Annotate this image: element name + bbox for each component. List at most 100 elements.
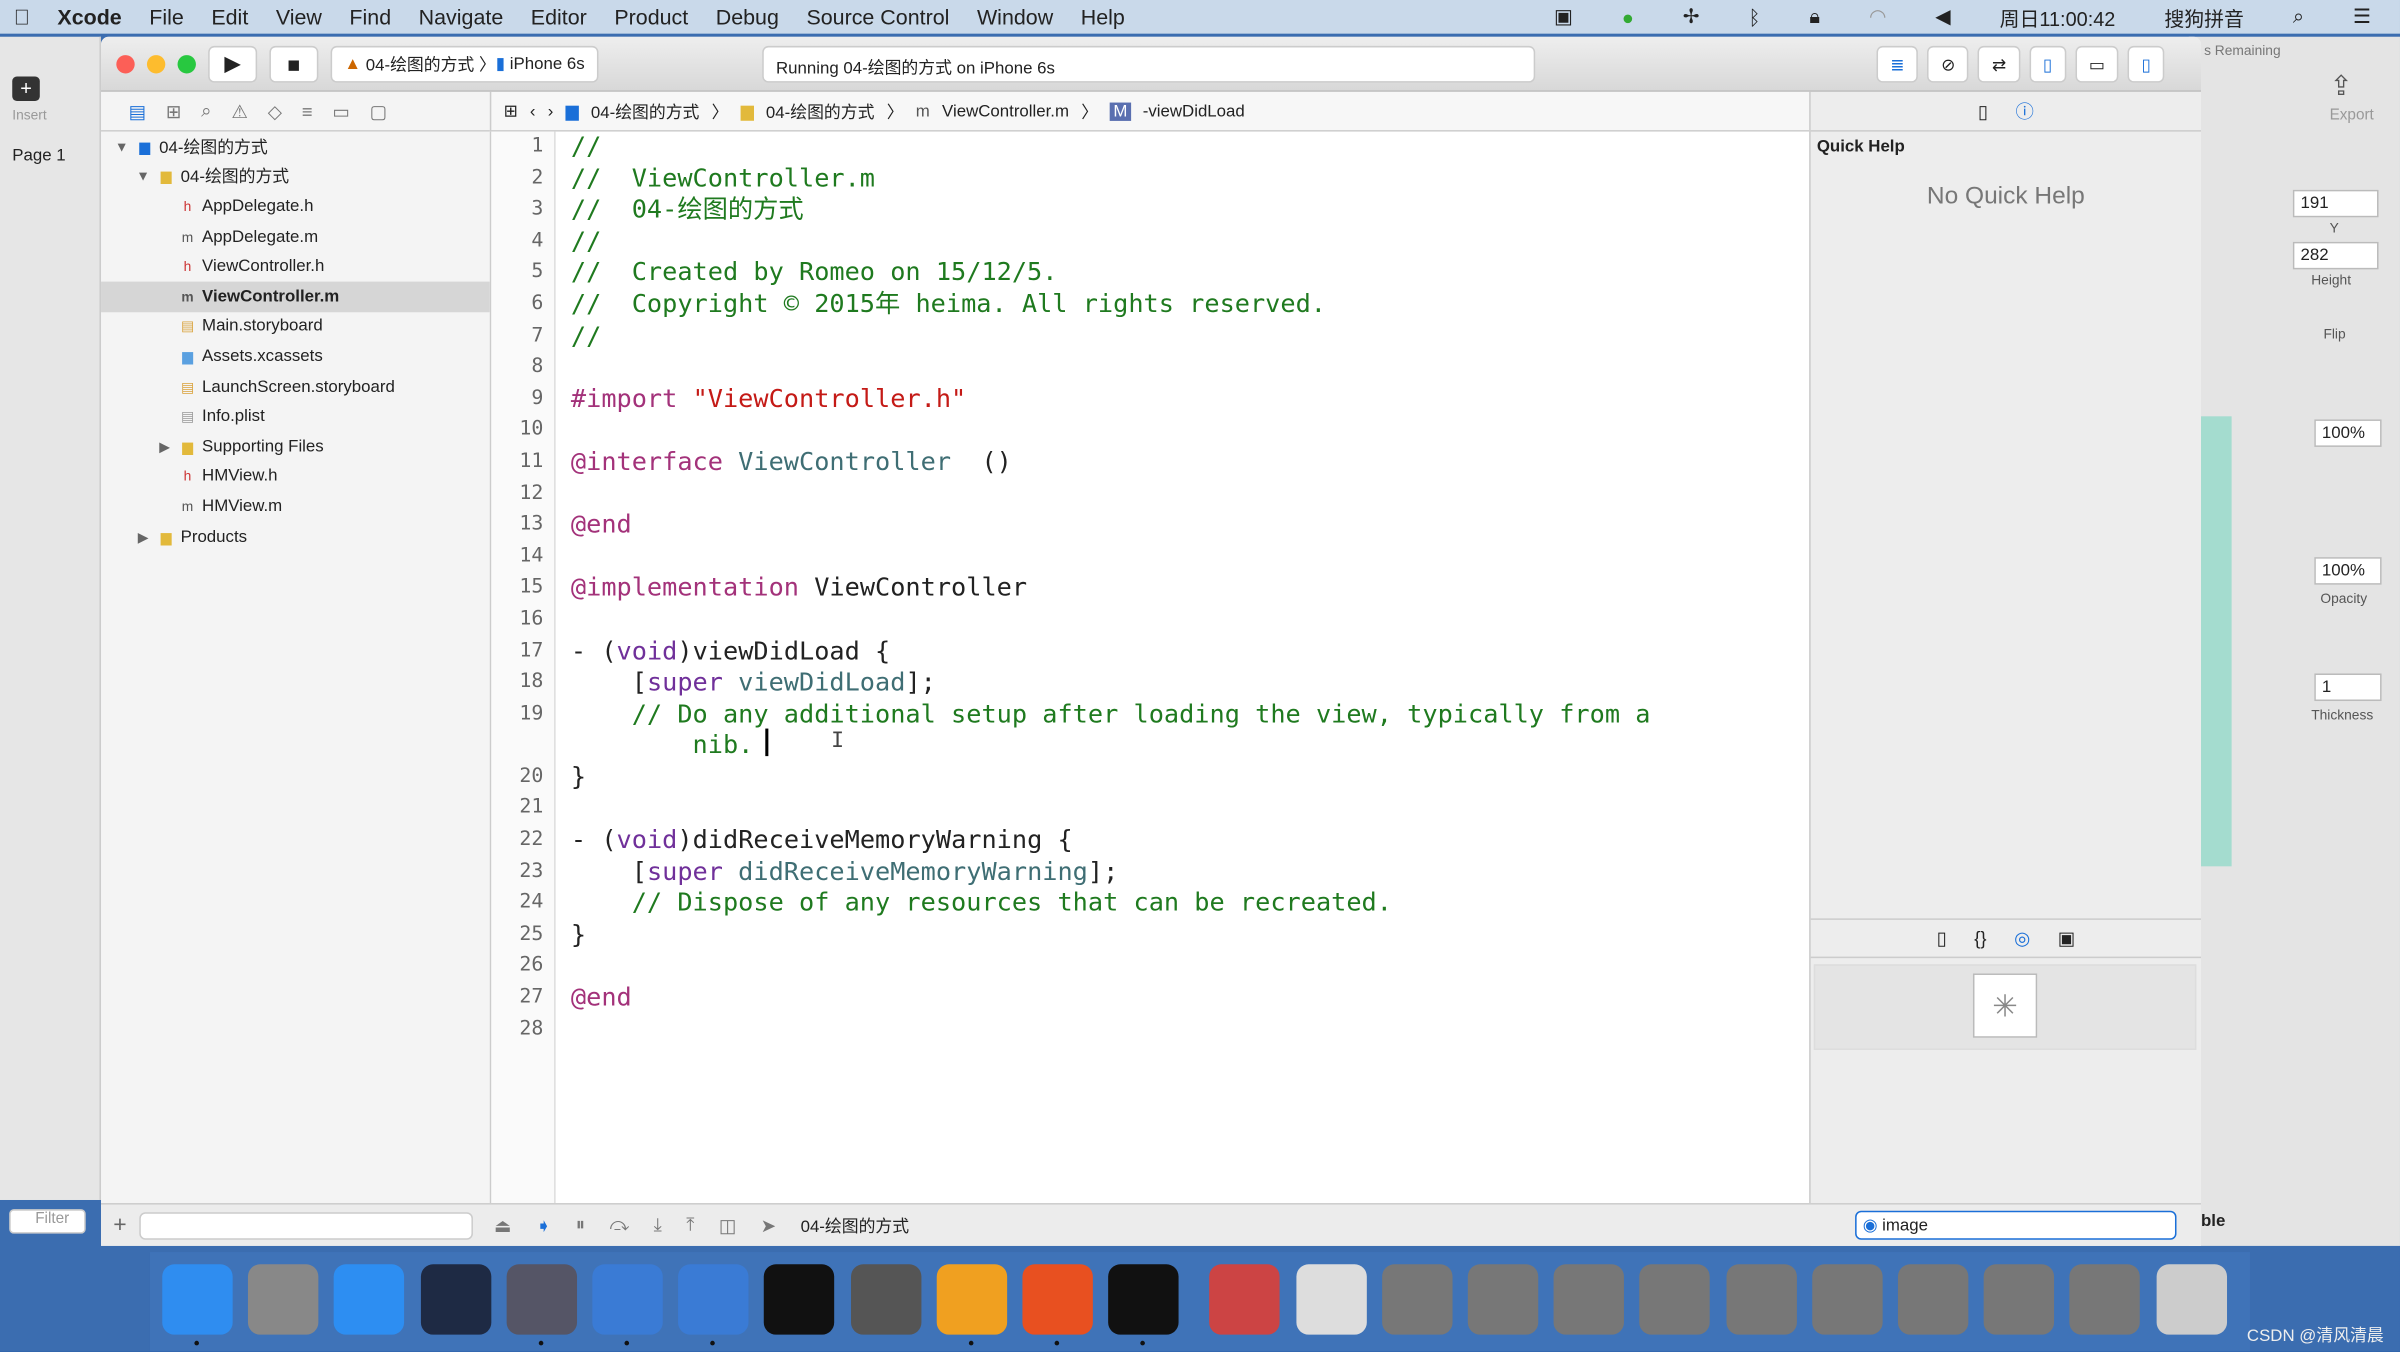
menu-edit[interactable]: Edit <box>211 5 248 29</box>
code-line[interactable] <box>571 794 1651 826</box>
menu-product[interactable]: Product <box>614 5 688 29</box>
location-icon[interactable]: ➤ <box>761 1215 776 1236</box>
lock-icon[interactable]: 🔒︎ <box>1809 5 1820 29</box>
finder-icon[interactable] <box>162 1264 233 1335</box>
opacity-field[interactable]: 100% <box>2314 557 2382 585</box>
code-line[interactable]: // Do any additional setup after loading… <box>571 699 1651 731</box>
thickness-field[interactable]: 1 <box>2314 673 2382 702</box>
search-tab-icon[interactable]: ⌕ <box>201 99 211 122</box>
toggle-navigator-button[interactable]: ▯ <box>2029 45 2066 83</box>
code-line[interactable] <box>571 1014 1651 1046</box>
code-line[interactable]: [super didReceiveMemoryWarning]; <box>571 857 1651 889</box>
disclosure-triangle-icon[interactable]: ▼ <box>135 167 152 185</box>
window-thumbnail-icon[interactable] <box>2069 1264 2141 1335</box>
code-line[interactable] <box>571 478 1651 510</box>
green-app-icon[interactable]: ● <box>1622 5 1634 28</box>
navigator-item[interactable]: ▤ LaunchScreen.storyboard <box>101 372 490 402</box>
code-line[interactable]: // Created by Romeo on 15/12/5. <box>571 258 1651 290</box>
video-app-icon[interactable] <box>506 1264 577 1335</box>
run-button[interactable]: ▶ <box>208 45 258 82</box>
jump-group[interactable]: 04-绘图的方式 <box>766 99 875 123</box>
menu-view[interactable]: View <box>276 5 322 29</box>
navigator-item[interactable]: ▼ ▆ 04-绘图的方式 <box>101 132 490 162</box>
step-into-icon[interactable]: ⤓ <box>654 1214 662 1237</box>
standard-editor-button[interactable]: ≣ <box>1876 45 1919 83</box>
export-icon[interactable]: ⇪ <box>2330 70 2353 102</box>
object-library-icon[interactable]: ◎ <box>2014 928 2030 949</box>
navigator-item[interactable]: h ViewController.h <box>101 252 490 282</box>
close-button[interactable] <box>116 54 135 73</box>
code-line[interactable]: @interface ViewController () <box>571 447 1651 479</box>
percent-field-1[interactable]: 100% <box>2314 419 2382 447</box>
assistant-editor-button[interactable]: ⊘ <box>1927 45 1970 83</box>
code-line[interactable] <box>571 604 1651 636</box>
menu-window[interactable]: Window <box>977 5 1053 29</box>
navigator-item[interactable]: ▶ ▆ Supporting Files <box>101 432 490 462</box>
code-line[interactable] <box>571 951 1651 983</box>
hide-debug-icon[interactable]: ⏏ <box>494 1215 511 1236</box>
disclosure-triangle-icon[interactable]: ▼ <box>113 137 130 155</box>
system-preferences-icon[interactable] <box>850 1264 921 1335</box>
y-field[interactable]: 191 <box>2292 189 2379 218</box>
zoom-button[interactable] <box>177 54 196 73</box>
height-field[interactable]: 282 <box>2292 241 2379 270</box>
code-line[interactable]: // ViewController.m <box>571 163 1651 195</box>
source-code[interactable]: //// ViewController.m// 04-绘图的方式//// Cre… <box>571 132 1651 1046</box>
stop-button[interactable]: ■ <box>269 45 319 82</box>
navigator-item[interactable]: ▶ ▆ Products <box>101 522 490 552</box>
code-line[interactable] <box>571 541 1651 573</box>
code-line[interactable] <box>571 415 1651 447</box>
spotlight-icon[interactable]: ⌕ <box>2293 5 2304 29</box>
warning-tab-icon[interactable]: ⚠ <box>231 100 247 121</box>
disclosure-triangle-icon[interactable]: ▶ <box>156 437 173 455</box>
window-thumbnail-icon[interactable] <box>1983 1264 2055 1335</box>
code-line[interactable]: nib. <box>571 731 1651 763</box>
window-thumbnail-icon[interactable] <box>1811 1264 1883 1335</box>
bluetooth-icon[interactable]: ᛒ <box>1748 5 1760 28</box>
version-editor-button[interactable]: ⇄ <box>1978 45 2020 83</box>
breakpoints-toggle-icon[interactable]: ➧ <box>536 1215 551 1236</box>
jump-project[interactable]: 04-绘图的方式 <box>591 99 700 123</box>
preview-icon[interactable] <box>1295 1264 1367 1335</box>
image-view-object-icon[interactable]: ✳ <box>1972 973 2038 1038</box>
window-thumbnail-icon[interactable] <box>1381 1264 1453 1335</box>
code-line[interactable]: @end <box>571 983 1651 1015</box>
breakpoint-tab-icon[interactable]: ▭ <box>332 100 349 121</box>
menu-navigate[interactable]: Navigate <box>419 5 504 29</box>
wifi-icon[interactable]: ◠ <box>1869 5 1886 29</box>
report-tab-icon[interactable]: ▢ <box>370 100 387 121</box>
launchpad-icon[interactable] <box>248 1264 319 1335</box>
menu-debug[interactable]: Debug <box>716 5 779 29</box>
xcode-icon[interactable] <box>592 1264 663 1335</box>
quick-help-icon[interactable]: ⓘ <box>2015 98 2033 124</box>
instruments-icon[interactable] <box>678 1264 749 1335</box>
related-items-icon[interactable]: ⊞ <box>504 101 518 121</box>
jump-file[interactable]: ViewController.m <box>942 102 1069 120</box>
code-line[interactable]: // <box>571 226 1651 258</box>
code-line[interactable]: } <box>571 762 1651 794</box>
step-out-icon[interactable]: ⤒ <box>686 1214 694 1237</box>
symbol-tab-icon[interactable]: ⊞ <box>166 100 181 121</box>
code-line[interactable]: // Copyright © 2015年 heima. All rights r… <box>571 289 1651 321</box>
menu-app[interactable]: Xcode <box>57 5 121 29</box>
code-line[interactable]: // Dispose of any resources that can be … <box>571 888 1651 920</box>
quicktime-icon[interactable] <box>1209 1264 1281 1335</box>
view-debug-icon[interactable]: ◫ <box>719 1215 736 1236</box>
clock[interactable]: 周日11:00:42 <box>2000 2 2116 31</box>
navigator-item[interactable]: ▤ Main.storyboard <box>101 312 490 342</box>
navigator-item[interactable]: ▆ Assets.xcassets <box>101 342 490 372</box>
trash-icon[interactable] <box>2155 1264 2227 1335</box>
test-tab-icon[interactable]: ◇ <box>268 100 282 121</box>
volume-icon[interactable]: ◀ <box>1935 5 1950 29</box>
window-thumbnail-icon[interactable] <box>1725 1264 1797 1335</box>
page-label[interactable]: Page 1 <box>12 147 65 165</box>
code-line[interactable]: [super viewDidLoad]; <box>571 667 1651 699</box>
navigator-item[interactable]: h AppDelegate.h <box>101 192 490 222</box>
file-template-icon[interactable]: ▯ <box>1937 928 1947 949</box>
debug-target[interactable]: 04-绘图的方式 <box>801 1213 910 1237</box>
menu-help[interactable]: Help <box>1081 5 1125 29</box>
folder-tab-icon[interactable]: ▤ <box>129 100 146 121</box>
pause-icon[interactable]: ⏸ <box>576 1214 585 1237</box>
library-filter-field[interactable]: ◉ image <box>1855 1210 2177 1240</box>
code-line[interactable]: // 04-绘图的方式 <box>571 195 1651 227</box>
